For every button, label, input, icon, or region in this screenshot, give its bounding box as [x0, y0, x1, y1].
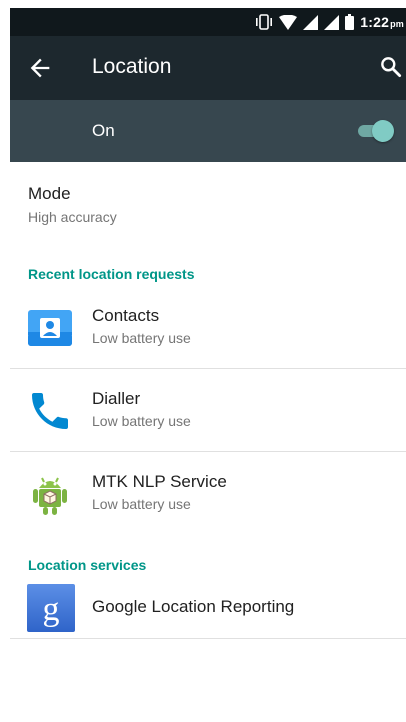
app-summary: Low battery use	[92, 413, 191, 429]
arrow-back-icon	[30, 58, 50, 78]
clock-time: 1:22	[360, 14, 390, 30]
google-settings-icon: g	[26, 583, 76, 633]
phone-icon	[26, 387, 74, 435]
contacts-icon	[26, 304, 74, 352]
search-button[interactable]	[378, 54, 404, 80]
recent-request-contacts[interactable]: Contacts Low battery use	[10, 286, 406, 369]
recent-request-dialler[interactable]: Dialler Low battery use	[10, 369, 406, 452]
status-icons: 1:22 pm	[255, 8, 404, 36]
back-button[interactable]	[26, 54, 54, 82]
location-toggle[interactable]	[356, 120, 394, 142]
wifi-icon	[279, 14, 298, 30]
clock-ampm: pm	[390, 19, 404, 29]
signal-1-icon	[303, 14, 319, 30]
location-services-header: Location services	[28, 557, 147, 573]
app-summary: Low battery use	[92, 496, 191, 512]
recent-request-mtk-nlp[interactable]: MTK NLP Service Low battery use	[10, 452, 406, 535]
app-name: Contacts	[92, 306, 160, 325]
page-title: Location	[92, 55, 172, 78]
search-icon	[381, 57, 402, 78]
mode-title: Mode	[28, 184, 71, 203]
screen: 1:22 pm Location On Mode High accuracy R…	[10, 8, 406, 722]
service-name: Google Location Reporting	[92, 597, 295, 616]
android-icon	[26, 470, 74, 518]
battery-icon	[345, 14, 355, 30]
signal-2-icon	[324, 14, 340, 30]
status-clock: 1:22 pm	[360, 14, 404, 30]
svg-text:g: g	[43, 591, 60, 628]
mode-preference[interactable]: Mode High accuracy	[10, 162, 406, 246]
toggle-thumb	[372, 120, 394, 142]
location-master-switch-bar[interactable]: On	[10, 100, 406, 162]
switch-label: On	[92, 121, 115, 140]
divider	[10, 638, 406, 639]
app-summary: Low battery use	[92, 330, 191, 346]
app-name: MTK NLP Service	[92, 472, 227, 491]
status-bar: 1:22 pm	[10, 8, 406, 36]
mode-summary: High accuracy	[28, 209, 117, 225]
app-bar: Location	[10, 36, 406, 100]
vibrate-icon	[255, 14, 273, 30]
app-name: Dialler	[92, 389, 141, 408]
google-location-reporting[interactable]: g Google Location Reporting	[10, 578, 406, 638]
recent-requests-header: Recent location requests	[28, 266, 195, 282]
